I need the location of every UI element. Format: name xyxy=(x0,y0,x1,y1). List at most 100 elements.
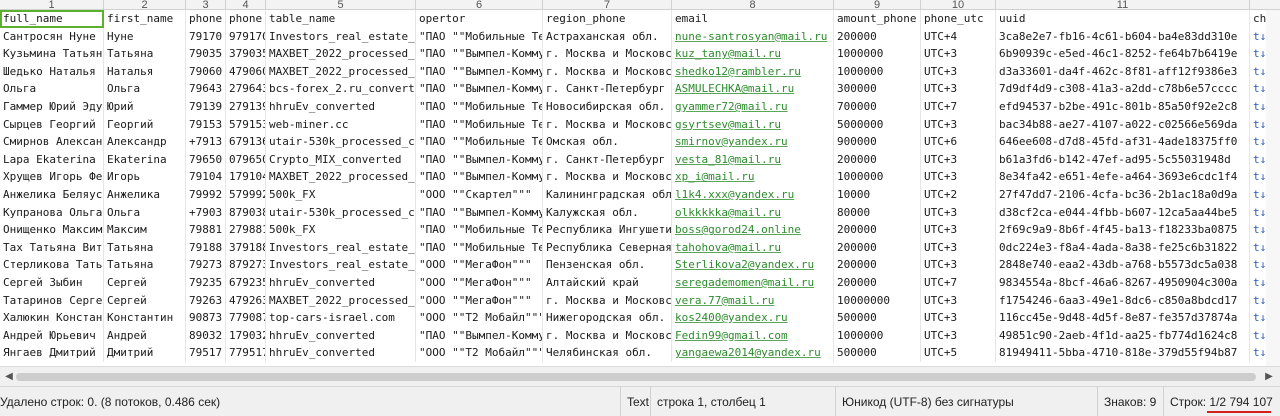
cell-region-phone[interactable]: г. Москва и Московс xyxy=(543,168,672,186)
cell-phone[interactable]: 79881 xyxy=(186,221,226,239)
header-cell-first-name[interactable]: first_name xyxy=(104,10,186,28)
cell-full-name[interactable]: Сергей Зыбин xyxy=(0,273,104,292)
cell-region-phone[interactable]: г. Москва и Московс xyxy=(543,291,672,310)
cell-phone-2[interactable]: 1790321 xyxy=(226,326,266,345)
cell-uuid[interactable]: d38cf2ca-e044-4fbb-b607-12ca5aa44be5 xyxy=(996,203,1250,222)
cell-first-name[interactable]: Георгий xyxy=(104,115,186,134)
email-link[interactable]: kuz_tany@mail.ru xyxy=(675,47,781,60)
cell-phone[interactable]: 79273 xyxy=(186,256,226,274)
cell-phone-2[interactable]: 2791392 xyxy=(226,97,266,116)
cell-first-name[interactable]: Константин xyxy=(104,309,186,327)
cell-uuid[interactable]: b61a3fd6-b142-47ef-ad95-5c55031948d xyxy=(996,150,1250,169)
cell-amount-phone[interactable]: 1000000 xyxy=(834,326,921,345)
cell-region-phone[interactable]: Республика Северная xyxy=(543,238,672,257)
cell-email[interactable]: gsyrtsev@mail.ru xyxy=(672,115,834,134)
cell-region-phone[interactable]: г. Москва и Московс xyxy=(543,115,672,134)
cell-table-name[interactable]: web-miner.cc xyxy=(266,115,416,134)
cell-phone-2[interactable]: 4790604 xyxy=(226,62,266,81)
email-link[interactable]: shedko12@rambler.ru xyxy=(675,65,801,78)
column-number[interactable]: 6 xyxy=(416,0,543,10)
cell-phone-2[interactable]: 2796432 xyxy=(226,80,266,98)
status-mode[interactable]: Text xyxy=(620,387,650,416)
cell-opertor[interactable]: "ООО ""МегаФон""" xyxy=(416,291,543,310)
header-cell-opertor[interactable]: opertor xyxy=(416,10,543,28)
cell-amount-phone[interactable]: 1000000 xyxy=(834,62,921,81)
cell-phone[interactable]: 79153 xyxy=(186,115,226,134)
cell-first-name[interactable]: Андрей xyxy=(104,326,186,345)
cell-amount-phone[interactable]: 200000 xyxy=(834,238,921,257)
cell-full-name[interactable]: Онищенко Максим xyxy=(0,221,104,239)
spreadsheet-grid[interactable]: 1 2 3 4 5 6 7 8 9 10 11 full_name first_… xyxy=(0,0,1280,366)
cell-full-name[interactable]: Тах Татьяна Вит xyxy=(0,238,104,257)
email-link[interactable]: ASMULECHKA@mail.ru xyxy=(675,82,794,95)
cell-opertor[interactable]: "ПАО ""Вымпел-Комму xyxy=(416,45,543,63)
cell-phone[interactable]: 79188 xyxy=(186,238,226,257)
cell-email[interactable]: smirnov@yandex.ru xyxy=(672,133,834,151)
cell-table-name[interactable]: MAXBET_2022_processed_ xyxy=(266,168,416,186)
cell-region-phone[interactable]: г. Санкт-Петербург xyxy=(543,80,672,98)
cell-region-phone[interactable]: Астраханская обл. xyxy=(543,27,672,46)
cell-amount-phone[interactable]: 200000 xyxy=(834,27,921,46)
header-cell-phone[interactable]: phone xyxy=(186,10,226,28)
cell-uuid[interactable]: efd94537-b2be-491c-801b-85a50f92e2c8 xyxy=(996,97,1250,116)
column-number[interactable]: 11 xyxy=(996,0,1250,10)
cell-phone[interactable]: 90873 xyxy=(186,309,226,327)
cell-full-name[interactable]: Гаммер Юрий Эду xyxy=(0,97,104,116)
cell-opertor[interactable]: "ООО ""МегаФон""" xyxy=(416,273,543,292)
cell-phone[interactable]: 79170 xyxy=(186,27,226,46)
cell-opertor[interactable]: "ПАО ""Вымпел-Комму xyxy=(416,203,543,222)
cell-table-name[interactable]: MAXBET_2022_processed_ xyxy=(266,291,416,310)
cell-region-phone[interactable]: г. Санкт-Петербург xyxy=(543,150,672,169)
horizontal-scroll-thumb[interactable] xyxy=(16,373,1256,381)
cell-amount-phone[interactable]: 1000000 xyxy=(834,45,921,63)
scroll-right-icon[interactable]: ▶ xyxy=(1262,370,1276,384)
cell-email[interactable]: xp_i@mail.ru xyxy=(672,168,834,186)
cell-phone[interactable]: 79992 xyxy=(186,185,226,204)
cell-first-name[interactable]: Татьяна xyxy=(104,238,186,257)
cell-full-name[interactable]: Андрей Юрьевич xyxy=(0,326,104,345)
cell-email[interactable]: kos2400@yandex.ru xyxy=(672,309,834,327)
cell-opertor[interactable]: "ПАО ""Мобильные Те xyxy=(416,27,543,46)
cell-table-name[interactable]: Investors_real_estate_ xyxy=(266,238,416,257)
cell-full-name[interactable]: Янгаев Дмитрий xyxy=(0,344,104,362)
cell-uuid[interactable]: 2848e740-eaa2-43db-a768-b5573dc5a038 xyxy=(996,256,1250,274)
cell-opertor[interactable]: "ООО ""Т2 Мобайл""" xyxy=(416,344,543,362)
cell-opertor[interactable]: "ПАО ""Мобильные Те xyxy=(416,238,543,257)
cell-phone-2[interactable]: 5799925 xyxy=(226,185,266,204)
cell-table-name[interactable]: 500k_FX xyxy=(266,221,416,239)
cell-phone-utc[interactable]: UTC+3 xyxy=(921,309,996,327)
cell-first-name[interactable]: Анжелика xyxy=(104,185,186,204)
cell-phone-2[interactable]: 6791363 xyxy=(226,133,266,151)
cell-table-name[interactable]: Investors_real_estate_ xyxy=(266,27,416,46)
scroll-left-icon[interactable]: ◀ xyxy=(2,370,16,384)
cell-phone-utc[interactable]: UTC+6 xyxy=(921,133,996,151)
cell-phone[interactable]: 79060 xyxy=(186,62,226,81)
cell-amount-phone[interactable]: 500000 xyxy=(834,344,921,362)
cell-full-name[interactable]: Lapa Ekaterina xyxy=(0,150,104,169)
cell-table-name[interactable]: hhruEv_converted xyxy=(266,97,416,116)
cell-phone-utc[interactable]: UTC+3 xyxy=(921,62,996,81)
cell-phone-utc[interactable]: UTC+3 xyxy=(921,221,996,239)
email-link[interactable]: gsyrtsev@mail.ru xyxy=(675,118,781,131)
cell-phone[interactable]: 79139 xyxy=(186,97,226,116)
cell-first-name[interactable]: Татьяна xyxy=(104,256,186,274)
cell-phone[interactable]: 79263 xyxy=(186,291,226,310)
cell-uuid[interactable]: 8e34fa42-e651-4efe-a464-3693e6cdc1f4 xyxy=(996,168,1250,186)
cell-phone[interactable]: 79650 xyxy=(186,150,226,169)
column-number[interactable]: 1 xyxy=(0,0,104,10)
email-link[interactable]: Sterlikova2@yandex.ru xyxy=(675,258,814,271)
cell-uuid[interactable]: 49851c90-2aeb-4f1d-aa25-fb774d1624c8 xyxy=(996,326,1250,345)
cell-region-phone[interactable]: Новосибирская обл. xyxy=(543,97,672,116)
cell-table-name[interactable]: hhruEv_converted xyxy=(266,273,416,292)
cell-full-name[interactable]: Шедько Наталья xyxy=(0,62,104,81)
cell-phone-utc[interactable]: UTC+2 xyxy=(921,185,996,204)
cell-amount-phone[interactable]: 200000 xyxy=(834,221,921,239)
email-link[interactable]: vera.77@mail.ru xyxy=(675,294,774,307)
cell-region-phone[interactable]: Калужская обл. xyxy=(543,203,672,222)
cell-region-phone[interactable]: г. Москва и Московс xyxy=(543,45,672,63)
cell-uuid[interactable]: 2f69c9a9-8b6f-4f45-ba13-f18233ba0875 xyxy=(996,221,1250,239)
cell-phone-2[interactable]: 3790353 xyxy=(226,45,266,63)
cell-phone-utc[interactable]: UTC+3 xyxy=(921,326,996,345)
cell-first-name[interactable]: Сергей xyxy=(104,291,186,310)
cell-first-name[interactable]: Татьяна xyxy=(104,45,186,63)
